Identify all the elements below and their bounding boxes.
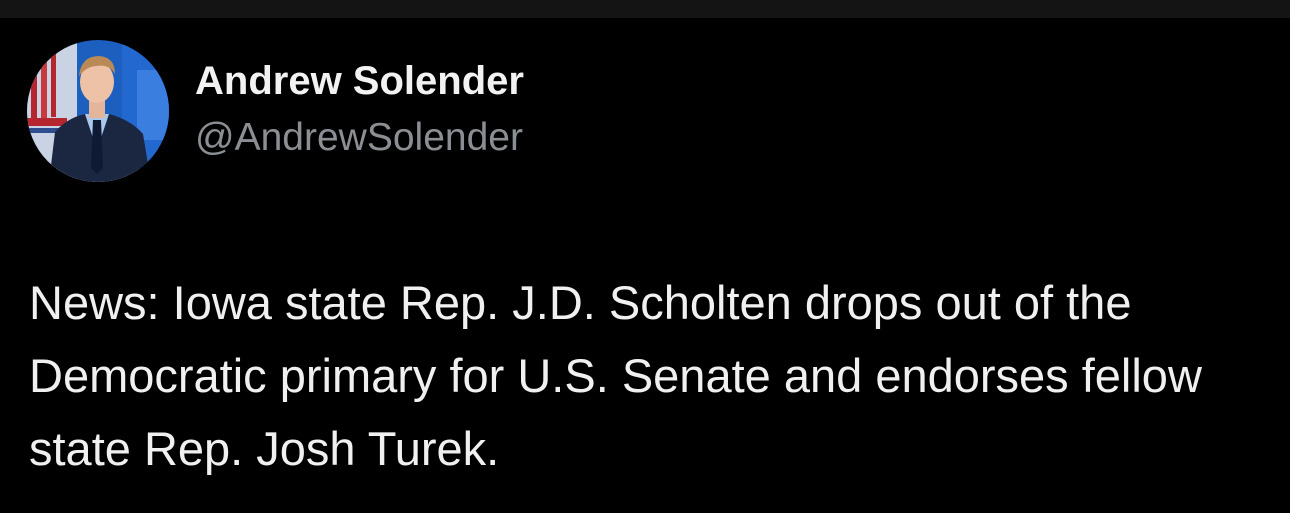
display-name[interactable]: Andrew Solender [195,58,524,104]
avatar[interactable] [27,40,169,182]
profile-photo-icon [27,40,169,182]
user-handle[interactable]: @AndrewSolender [195,116,524,160]
status-strip [0,0,1290,18]
author-block: Andrew Solender @AndrewSolender [195,58,524,160]
tweet-text: News: Iowa state Rep. J.D. Scholten drop… [29,276,1202,475]
tweet-card: Andrew Solender @AndrewSolender News: Io… [0,18,1290,513]
